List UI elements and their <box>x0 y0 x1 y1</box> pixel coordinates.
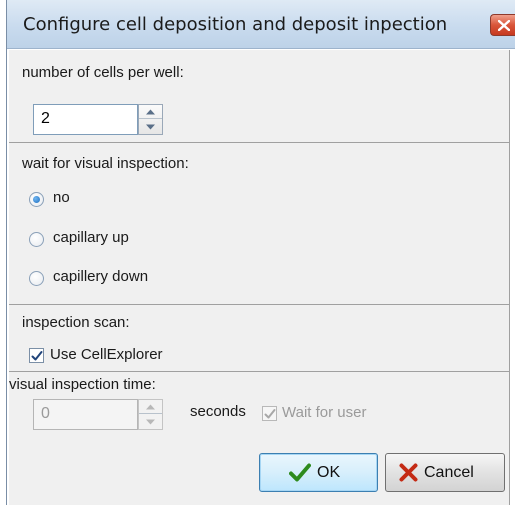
cells-spin-up-button[interactable] <box>139 105 162 119</box>
inspection-time-section: visual inspection time: 0 seconds Wait f… <box>9 373 510 505</box>
inspection-time-label: visual inspection time: <box>9 376 156 393</box>
wait-for-user-label: Wait for user <box>282 404 367 421</box>
title-bar[interactable]: Configure cell deposition and deposit in… <box>7 0 515 49</box>
radio-capillary-up-label: capillary up <box>53 229 129 246</box>
cells-input[interactable]: 2 <box>33 104 138 135</box>
close-icon <box>498 20 510 31</box>
radio-no[interactable] <box>29 192 44 207</box>
wait-section: wait for visual inspection: no capillary… <box>9 144 510 305</box>
arrow-down-icon <box>146 124 155 130</box>
wait-for-user-checkbox[interactable] <box>262 406 277 421</box>
cancel-x-icon <box>399 463 418 482</box>
scan-section: inspection scan: Use CellExplorer <box>9 306 510 372</box>
cancel-button[interactable]: Cancel <box>385 453 505 492</box>
cancel-label: Cancel <box>424 464 474 481</box>
arrow-up-icon <box>146 404 155 410</box>
checkmark-icon <box>289 463 311 482</box>
cells-spin-down-button[interactable] <box>139 120 162 134</box>
dialog-body: number of cells per well: 2 wait for vis… <box>9 50 510 505</box>
scan-label: inspection scan: <box>22 314 130 331</box>
radio-capillery-down[interactable] <box>29 271 44 286</box>
cells-section: number of cells per well: 2 <box>9 50 510 143</box>
use-cellexplorer-label: Use CellExplorer <box>50 346 163 363</box>
arrow-up-icon <box>146 109 155 115</box>
ok-button[interactable]: OK <box>259 453 378 492</box>
cells-spinner <box>138 104 163 135</box>
inspection-time-spinner <box>138 399 163 430</box>
radio-capillary-up[interactable] <box>29 232 44 247</box>
checkmark-icon <box>31 351 43 361</box>
inspection-time-spin-up-button[interactable] <box>139 400 162 414</box>
inspection-time-input[interactable]: 0 <box>33 399 138 430</box>
dialog-window: Configure cell deposition and deposit in… <box>6 0 515 505</box>
radio-capillery-down-label: capillery down <box>53 268 149 285</box>
inspection-time-spin-down-button[interactable] <box>139 415 162 429</box>
window-title: Configure cell deposition and deposit in… <box>23 14 448 35</box>
arrow-down-icon <box>146 419 155 425</box>
cells-label: number of cells per well: <box>22 64 184 81</box>
checkmark-icon <box>264 409 276 419</box>
use-cellexplorer-checkbox[interactable] <box>29 348 44 363</box>
radio-no-label: no <box>53 189 70 206</box>
close-button[interactable] <box>490 14 515 36</box>
wait-label: wait for visual inspection: <box>22 155 189 172</box>
ok-label: OK <box>317 464 341 481</box>
seconds-label: seconds <box>190 403 246 420</box>
